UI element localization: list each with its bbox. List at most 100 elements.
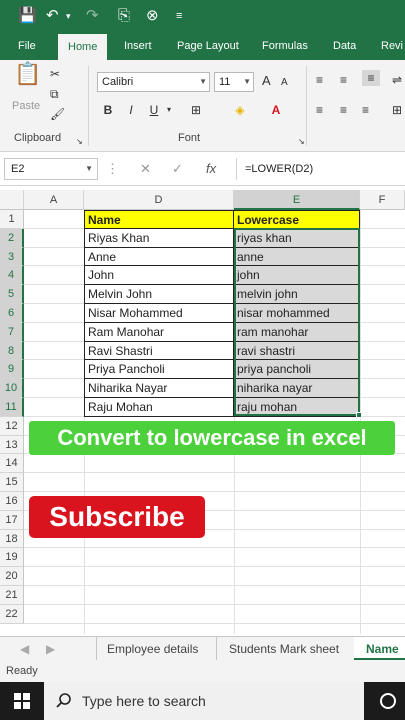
paste-label[interactable]: Paste [12,98,40,114]
lowercase-cell[interactable]: anne [234,247,360,267]
column-header-e[interactable]: E [234,190,360,210]
row-header[interactable]: 7 [0,322,24,342]
tab-review[interactable]: Revi [381,32,403,60]
name-cell[interactable]: Riyas Khan [84,228,234,248]
row-header[interactable]: 12 [0,416,24,436]
row-header[interactable]: 11 [0,398,24,417]
align-bottom-icon[interactable]: ≡ [362,70,380,86]
row-header[interactable]: 20 [0,567,24,586]
cortana-icon[interactable] [379,692,397,710]
cancel-icon[interactable]: ✕ [140,161,151,177]
align-right-icon[interactable]: ≡ [362,102,369,118]
shrink-font-icon[interactable]: A [281,75,288,91]
column-header-a[interactable]: A [24,190,84,210]
windows-start-icon[interactable] [14,693,30,709]
lowercase-cell[interactable]: ravi shastri [234,341,360,361]
name-cell[interactable]: Melvin John [84,285,234,304]
customize-toolbar-icon[interactable]: ≡ [176,6,182,26]
select-all-corner[interactable] [0,190,24,210]
row-header[interactable]: 22 [0,604,24,624]
row-header[interactable]: 1 [0,210,24,229]
row-header[interactable]: 4 [0,266,24,286]
insert-function-icon[interactable]: fx [206,161,216,176]
bold-icon[interactable]: B [99,101,117,119]
tab-insert[interactable]: Insert [124,32,152,60]
undo-icon[interactable]: ↶ [46,6,59,26]
save-icon[interactable]: 💾 [18,6,37,26]
font-name-combo[interactable]: Calibri ▼ [97,72,210,92]
font-color-icon[interactable]: A [267,101,285,119]
column-header-f[interactable]: F [360,190,405,210]
lowercase-cell[interactable]: niharika nayar [234,379,360,398]
name-cell[interactable]: John [84,266,234,286]
row-header[interactable]: 13 [0,435,24,455]
borders-icon[interactable]: ⊞ [187,101,205,119]
lowercase-cell[interactable]: riyas khan [234,228,360,248]
lowercase-cell[interactable]: nisar mohammed [234,304,360,323]
formula-input[interactable]: =LOWER(D2) [236,158,405,180]
italic-icon[interactable]: I [122,101,140,119]
name-cell[interactable]: Priya Pancholi [84,360,234,380]
wrap-text-icon[interactable]: ⇌ [392,72,402,88]
row-header[interactable]: 2 [0,228,24,248]
scroll-left-icon[interactable]: ◀ [20,637,29,661]
row-header[interactable]: 16 [0,492,24,511]
lowercase-cell[interactable]: raju mohan [234,398,360,417]
align-center-icon[interactable]: ≡ [340,102,347,118]
name-box[interactable]: E2 ▼ [4,158,98,180]
name-cell[interactable]: Niharika Nayar [84,379,234,398]
tab-data[interactable]: Data [333,32,356,60]
row-header[interactable]: 18 [0,529,24,549]
sheet-tab-students-mark-sheet[interactable]: Students Mark sheet [216,637,351,661]
lowercase-cell[interactable]: priya pancholi [234,360,360,380]
fill-handle[interactable] [356,412,362,418]
lowercase-cell[interactable]: ram manohar [234,322,360,342]
align-left-icon[interactable]: ≡ [316,102,323,118]
row-header[interactable]: 9 [0,360,24,380]
enter-icon[interactable]: ✓ [172,161,183,177]
quick-action-icon[interactable]: ⎘ [118,6,130,26]
row-header[interactable]: 19 [0,548,24,568]
tab-home[interactable]: Home [58,34,108,60]
row-header[interactable]: 3 [0,247,24,267]
merge-icon[interactable]: ⊞ [392,102,402,118]
fill-color-icon[interactable]: ◈ [231,101,249,119]
sheet-tab-name[interactable]: Name [354,637,405,661]
underline-dropdown-icon[interactable]: ▾ [160,101,178,119]
row-header[interactable]: 15 [0,473,24,492]
name-cell[interactable]: Nisar Mohammed [84,304,234,323]
align-middle-icon[interactable]: ≡ [340,72,347,88]
tab-formulas[interactable]: Formulas [262,32,308,60]
align-top-icon[interactable]: ≡ [316,72,323,88]
row-header[interactable]: 6 [0,304,24,323]
name-cell[interactable]: Ravi Shastri [84,341,234,361]
row-header[interactable]: 8 [0,341,24,361]
row-header[interactable]: 14 [0,454,24,474]
column-header-d[interactable]: D [84,190,234,210]
scroll-right-icon[interactable]: ▶ [46,637,55,661]
format-painter-icon[interactable]: 🖌 [50,106,65,122]
name-cell[interactable]: Raju Mohan [84,398,234,417]
header-cell-lowercase[interactable]: Lowercase [234,210,360,229]
lowercase-cell[interactable]: melvin john [234,285,360,304]
sheet-tab-employee-details[interactable]: Employee details [96,637,208,661]
font-size-combo[interactable]: 11 ▼ [214,72,254,92]
cut-icon[interactable]: ✂ [50,66,60,82]
row-header[interactable]: 21 [0,586,24,605]
header-cell-name[interactable]: Name [84,210,234,229]
taskbar-search-box[interactable]: Type here to search [44,682,364,720]
row-header[interactable]: 10 [0,379,24,398]
font-dialog-launcher-icon[interactable]: ↘ [298,134,305,150]
name-cell[interactable]: Anne [84,247,234,267]
tab-file[interactable]: File [18,32,36,60]
redo-icon[interactable]: ↷ [86,6,99,26]
name-cell[interactable]: Ram Manohar [84,322,234,342]
clipboard-dialog-launcher-icon[interactable]: ↘ [76,134,83,150]
lowercase-cell[interactable]: john [234,266,360,286]
copy-icon[interactable]: ⧉ [50,86,59,102]
tab-page-layout[interactable]: Page Layout [177,32,239,60]
undo-dropdown-icon[interactable]: ▾ [66,6,71,26]
paste-icon[interactable]: 📋 [14,63,41,85]
grow-font-icon[interactable]: A [262,73,271,89]
row-header[interactable]: 17 [0,510,24,530]
